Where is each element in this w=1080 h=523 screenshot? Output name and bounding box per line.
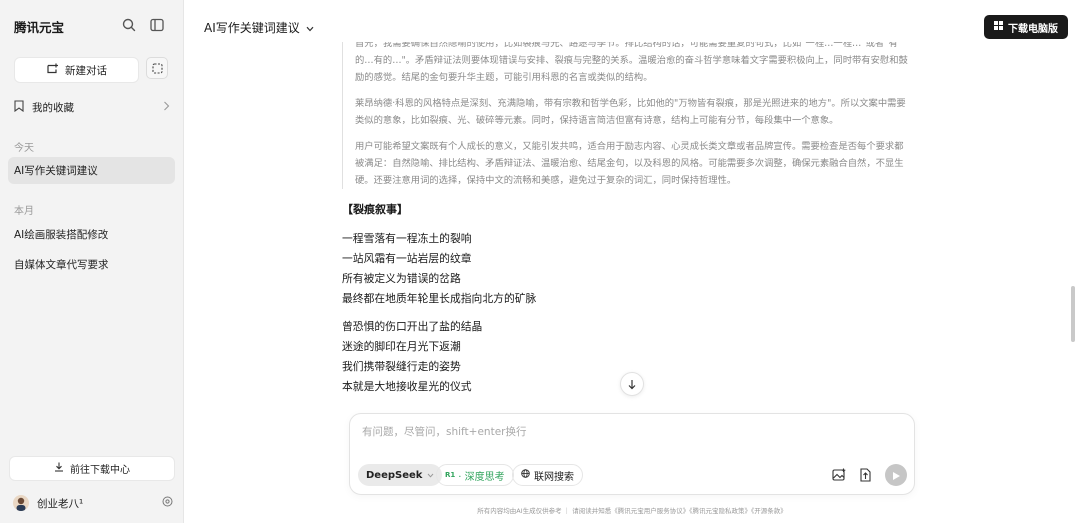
- history-item[interactable]: AI绘画服装搭配修改: [8, 221, 175, 248]
- new-chat-icon: [46, 63, 59, 78]
- scroll-to-bottom-button[interactable]: [620, 372, 644, 396]
- dashed-square-icon: [151, 59, 163, 78]
- send-arrow-icon: [891, 466, 901, 485]
- thinking-paragraph: 用户可能希望文案既有个人成长的意义，又能引发共鸣，适合用于励志内容、心灵成长类文…: [355, 141, 904, 186]
- model-selector[interactable]: DeepSeek: [358, 464, 443, 486]
- deep-think-toggle[interactable]: R1 · 深度思考: [436, 464, 514, 486]
- globe-icon: [521, 469, 530, 481]
- download-center-label: 前往下载中心: [70, 465, 130, 476]
- download-icon: [54, 462, 64, 475]
- page-scrollbar[interactable]: [1071, 286, 1075, 342]
- download-center-button[interactable]: 前往下载中心: [9, 456, 175, 481]
- month-section-label: 本月: [14, 206, 34, 217]
- chat-input[interactable]: [362, 422, 902, 442]
- sidebar: 腾讯元宝 新建对话 我的收藏 今天 AI写作关键词建议 本月 AI绘画服装搭配修…: [0, 0, 184, 523]
- deep-think-label: · 深度思考: [458, 471, 505, 483]
- web-search-toggle[interactable]: 联网搜索: [512, 464, 583, 486]
- chat-content: 首先，我需要确保自然隐喻的使用，比如裂痕与光、路途与季节。排比结构的话，可能需要…: [342, 42, 912, 409]
- download-pc-button[interactable]: 下载电脑版: [984, 15, 1068, 39]
- chevron-right-icon: [163, 101, 170, 114]
- favorites-label: 我的收藏: [32, 101, 74, 114]
- conversation-title-dropdown[interactable]: AI写作关键词建议: [204, 19, 314, 36]
- image-upload-icon[interactable]: [830, 466, 848, 484]
- user-name: 创业老八¹: [37, 497, 84, 510]
- brand-name: 腾讯元宝: [14, 20, 65, 35]
- conversation-title: AI写作关键词建议: [204, 21, 300, 35]
- windows-icon: [994, 21, 1003, 33]
- history-item[interactable]: 自媒体文章代写要求: [8, 251, 175, 278]
- poem-line: 曾恐惧的伤口开出了盐的结晶: [342, 320, 483, 333]
- bookmark-icon: [14, 99, 24, 115]
- sidebar-toggle-icon[interactable]: [148, 16, 166, 34]
- poem-stanza: 一程雪落有一程冻土的裂响 一站风霜有一站岩层的纹章 所有被定义为错误的岔路 最终…: [342, 229, 912, 309]
- send-button[interactable]: [885, 464, 907, 486]
- chevron-down-icon: [306, 21, 314, 35]
- poem-line: 最终都在地质年轮里长成指向北方的矿脉: [342, 292, 537, 305]
- favorites-entry[interactable]: 我的收藏: [14, 98, 170, 116]
- answer-section-title: 【裂痕叙事】: [342, 203, 408, 216]
- arrow-down-icon: [627, 375, 637, 394]
- disclaimer-footer: 所有内容均由AI生成仅供参考 ｜ 请阅读并知悉《腾讯元宝用户服务协议》《腾讯元宝…: [477, 507, 787, 515]
- file-upload-icon[interactable]: [856, 466, 874, 484]
- new-chat-label: 新建对话: [65, 64, 107, 77]
- select-mode-button[interactable]: [146, 57, 168, 79]
- poem-line: 一站风霜有一站岩层的纹章: [342, 252, 472, 265]
- poem-line: 迷途的脚印在月光下返潮: [342, 340, 461, 353]
- avatar: [13, 495, 29, 511]
- poem-line: 所有被定义为错误的岔路: [342, 272, 461, 285]
- history-item[interactable]: AI写作关键词建议: [8, 157, 175, 184]
- model-label: DeepSeek: [366, 469, 423, 481]
- thinking-paragraph: 莱昂纳德·科恩的风格特点是深刻、充满隐喻，带有宗教和哲学色彩，比如他的"万物皆有…: [355, 98, 906, 126]
- search-icon[interactable]: [120, 16, 138, 34]
- settings-icon[interactable]: [162, 496, 173, 510]
- today-section-label: 今天: [14, 143, 34, 154]
- chevron-down-icon: [427, 470, 434, 481]
- thinking-process: 首先，我需要确保自然隐喻的使用，比如裂痕与光、路途与季节。排比结构的话，可能需要…: [342, 42, 912, 189]
- thinking-paragraph: 首先，我需要确保自然隐喻的使用，比如裂痕与光、路途与季节。排比结构的话，可能需要…: [355, 42, 908, 83]
- new-chat-button[interactable]: 新建对话: [14, 57, 139, 83]
- web-search-label: 联网搜索: [534, 471, 574, 483]
- deep-think-badge: R1: [445, 471, 456, 479]
- download-pc-label: 下载电脑版: [1008, 23, 1058, 35]
- chat-input-box: DeepSeek R1 · 深度思考 联网搜索: [349, 413, 915, 495]
- user-profile[interactable]: 创业老八¹: [13, 493, 173, 513]
- poem-line: 一程雪落有一程冻土的裂响: [342, 232, 472, 245]
